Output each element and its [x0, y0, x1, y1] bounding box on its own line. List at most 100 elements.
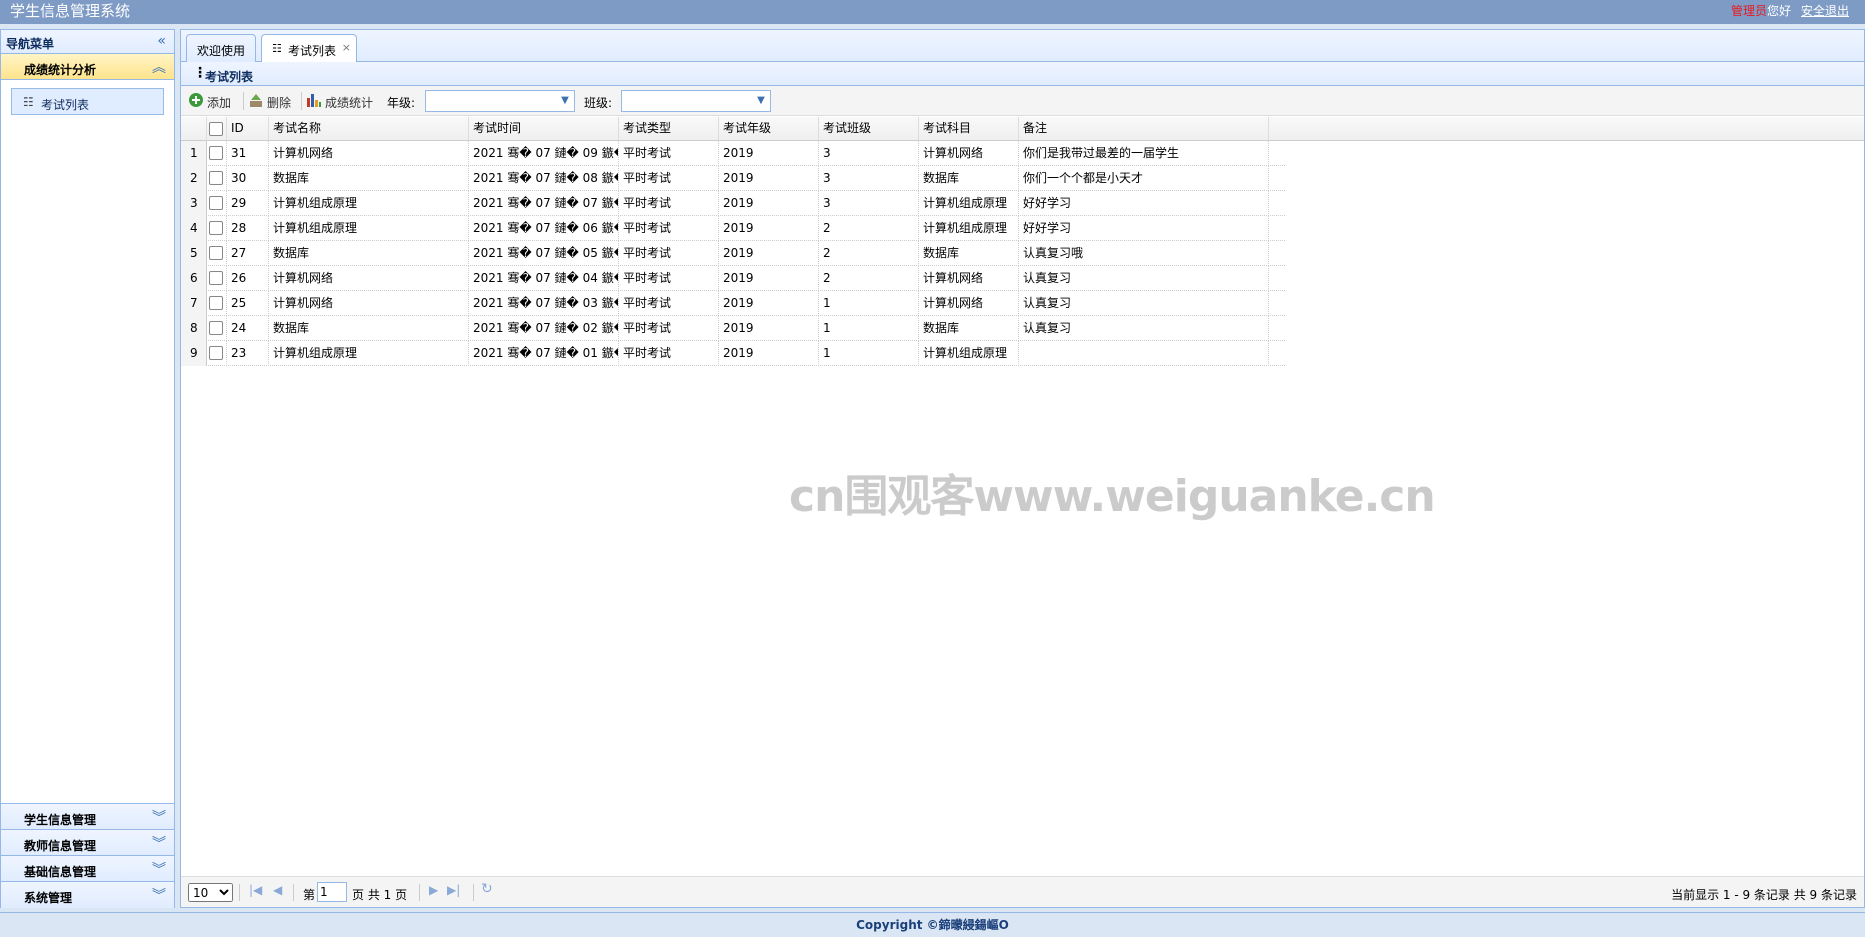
- grade-select[interactable]: ▼: [425, 90, 575, 112]
- last-page-icon[interactable]: ▶|: [447, 883, 460, 897]
- accordion-system[interactable]: 系统管理 ︾: [1, 882, 174, 908]
- tab-exam-list[interactable]: ☷ 考试列表 ×: [261, 34, 357, 63]
- accordion-teacher-info[interactable]: 教师信息管理 ︾: [1, 830, 174, 856]
- user-role: 管理员: [1730, 4, 1767, 18]
- accordion-basic-info[interactable]: 基础信息管理 ︾: [1, 856, 174, 882]
- cell-exam-name-text: 计算机组成原理: [273, 221, 358, 235]
- table-row[interactable]: 8 24 数据库 2021 骞� 07 鏈� 02 鏃� 平时考试 2019 1 数据库 认真复…: [181, 316, 1285, 341]
- table-row[interactable]: 1 31 计算机网络 2021 骞� 07 鏈� 09 鏃� 平时考试 2019 3 计算机网…: [181, 141, 1285, 166]
- table-row[interactable]: 5 27 数据库 2021 骞� 07 鏈� 05 鏃� 平时考试 2019 2 数据库 认真复…: [181, 241, 1285, 266]
- col-exam-grade[interactable]: 考试年级: [719, 117, 819, 141]
- table-row[interactable]: 4 28 计算机组成原理 2021 骞� 07 鏈� 06 鏃� 平时考试 2019 2 计算…: [181, 216, 1285, 241]
- table-row[interactable]: 7 25 计算机网络 2021 骞� 07 鏈� 03 鏃� 平时考试 2019 1 计算机网…: [181, 291, 1285, 316]
- tabs-bar: 欢迎使用 ☷ 考试列表 ×: [181, 30, 1864, 63]
- cell-exam-name-text: 计算机组成原理: [273, 196, 358, 210]
- sidebar-header: 导航菜单 «: [1, 30, 174, 54]
- table-row[interactable]: 9 23 计算机组成原理 2021 骞� 07 鏈� 01 鏃� 平时考试 2019 1 计算…: [181, 341, 1285, 366]
- first-page-icon[interactable]: |◀: [249, 883, 262, 897]
- cell-id-text: 28: [231, 221, 247, 235]
- accordion-score-analysis[interactable]: 成绩统计分析 ︽: [1, 54, 174, 80]
- delete-label: 删除: [267, 96, 292, 110]
- cell-id: 24: [227, 316, 269, 341]
- score-stats-button[interactable]: 成绩统计: [306, 92, 376, 110]
- cell-exam-type-text: 平时考试: [623, 171, 672, 185]
- panel-header: ⋮ 考试列表: [181, 62, 1864, 86]
- cell-exam-type-text: 平时考试: [623, 346, 672, 360]
- next-page-icon[interactable]: ▶: [429, 883, 438, 897]
- page-size-select[interactable]: 10: [188, 883, 233, 902]
- sidebar-title: 导航菜单: [6, 37, 55, 51]
- col-exam-subject[interactable]: 考试科目: [919, 117, 1019, 141]
- cell-exam-name-text: 计算机网络: [273, 146, 334, 160]
- pager-separator: [419, 884, 420, 901]
- close-icon[interactable]: ×: [342, 41, 351, 54]
- pager-separator: [293, 884, 294, 901]
- row-checkbox[interactable]: [209, 346, 223, 360]
- cell-exam-time: 2021 骞� 07 鏈� 03 鏃�: [469, 291, 619, 316]
- cell-exam-type-text: 平时考试: [623, 221, 672, 235]
- col-exam-type[interactable]: 考试类型: [619, 117, 719, 141]
- accordion-student-info[interactable]: 学生信息管理 ︾: [1, 804, 174, 830]
- row-checkbox[interactable]: [209, 221, 223, 235]
- cell-remark-text: 你们一个个都是小天才: [1023, 171, 1144, 185]
- checkbox-cell: [207, 316, 227, 341]
- table-row[interactable]: 3 29 计算机组成原理 2021 骞� 07 鏈� 07 鏃� 平时考试 2019 3 计算…: [181, 191, 1285, 216]
- cell-exam-time-text: 2021 骞� 07 鏈� 03 鏃�: [473, 296, 619, 310]
- chevron-down-icon: ︾: [152, 862, 166, 878]
- delete-button[interactable]: 删除: [248, 92, 298, 110]
- sidebar-item-exam-list[interactable]: ☷ 考试列表: [11, 88, 164, 115]
- page-suffix: 页 共 1 页: [352, 888, 408, 902]
- cell-exam-grade-text: 2019: [723, 321, 754, 335]
- cell-remark: 你们是我带过最差的一届学生: [1019, 141, 1269, 166]
- chevron-down-icon: ︾: [152, 810, 166, 826]
- add-icon: [189, 93, 203, 107]
- cell-exam-time: 2021 骞� 07 鏈� 04 鏃�: [469, 266, 619, 291]
- footer: Copyright ©鍗曚綅鍚嶇О: [0, 912, 1865, 937]
- cell-exam-time-text: 2021 骞� 07 鏈� 05 鏃�: [473, 246, 619, 260]
- prev-page-icon[interactable]: ◀: [273, 883, 282, 897]
- logout-link[interactable]: 安全退出: [1801, 4, 1849, 18]
- cell-exam-subject-text: 数据库: [923, 171, 960, 185]
- checkbox-cell: [207, 266, 227, 291]
- cell-exam-grade: 2019: [719, 216, 819, 241]
- table-row[interactable]: 6 26 计算机网络 2021 骞� 07 鏈� 04 鏃� 平时考试 2019 2 计算机网…: [181, 266, 1285, 291]
- col-exam-time[interactable]: 考试时间: [469, 117, 619, 141]
- tab-welcome[interactable]: 欢迎使用: [186, 34, 256, 62]
- row-number-text: 9: [190, 346, 198, 360]
- row-checkbox[interactable]: [209, 146, 223, 160]
- class-select[interactable]: ▼: [621, 90, 771, 112]
- row-checkbox[interactable]: [209, 196, 223, 210]
- cell-exam-time: 2021 骞� 07 鏈� 01 鏃�: [469, 341, 619, 366]
- cell-exam-subject-text: 计算机网络: [923, 296, 984, 310]
- row-checkbox[interactable]: [209, 246, 223, 260]
- row-checkbox[interactable]: [209, 296, 223, 310]
- table-row[interactable]: 2 30 数据库 2021 骞� 07 鏈� 08 鏃� 平时考试 2019 3 数据库 你们一…: [181, 166, 1285, 191]
- cell-exam-type-text: 平时考试: [623, 196, 672, 210]
- collapse-sidebar-icon[interactable]: «: [157, 33, 166, 49]
- add-button[interactable]: 添加: [188, 92, 238, 110]
- col-remark[interactable]: 备注: [1019, 117, 1269, 141]
- col-exam-name[interactable]: 考试名称: [269, 117, 469, 141]
- cell-exam-type-text: 平时考试: [623, 296, 672, 310]
- page-number-input[interactable]: [317, 882, 347, 902]
- cell-exam-name: 计算机网络: [269, 291, 469, 316]
- cell-id: 31: [227, 141, 269, 166]
- cell-exam-class-text: 3: [823, 196, 831, 210]
- row-checkbox[interactable]: [209, 321, 223, 335]
- cell-exam-class: 3: [819, 141, 919, 166]
- cell-exam-name: 计算机网络: [269, 266, 469, 291]
- top-header: 学生信息管理系统 管理员您好 安全退出: [0, 0, 1865, 24]
- cell-exam-time-text: 2021 骞� 07 鏈� 01 鏃�: [473, 346, 619, 360]
- cell-exam-time: 2021 骞� 07 鏈� 08 鏃�: [469, 166, 619, 191]
- row-checkbox[interactable]: [209, 171, 223, 185]
- col-id[interactable]: ID: [227, 117, 269, 141]
- refresh-icon[interactable]: ↻: [481, 881, 493, 897]
- cell-exam-name-text: 数据库: [273, 246, 310, 260]
- cell-exam-type: 平时考试: [619, 316, 719, 341]
- col-exam-class[interactable]: 考试班级: [819, 117, 919, 141]
- cell-exam-grade: 2019: [719, 241, 819, 266]
- select-all-checkbox[interactable]: [209, 122, 223, 136]
- row-checkbox[interactable]: [209, 271, 223, 285]
- cell-remark-text: 认真复习: [1023, 321, 1072, 335]
- row-number: 6: [181, 266, 207, 291]
